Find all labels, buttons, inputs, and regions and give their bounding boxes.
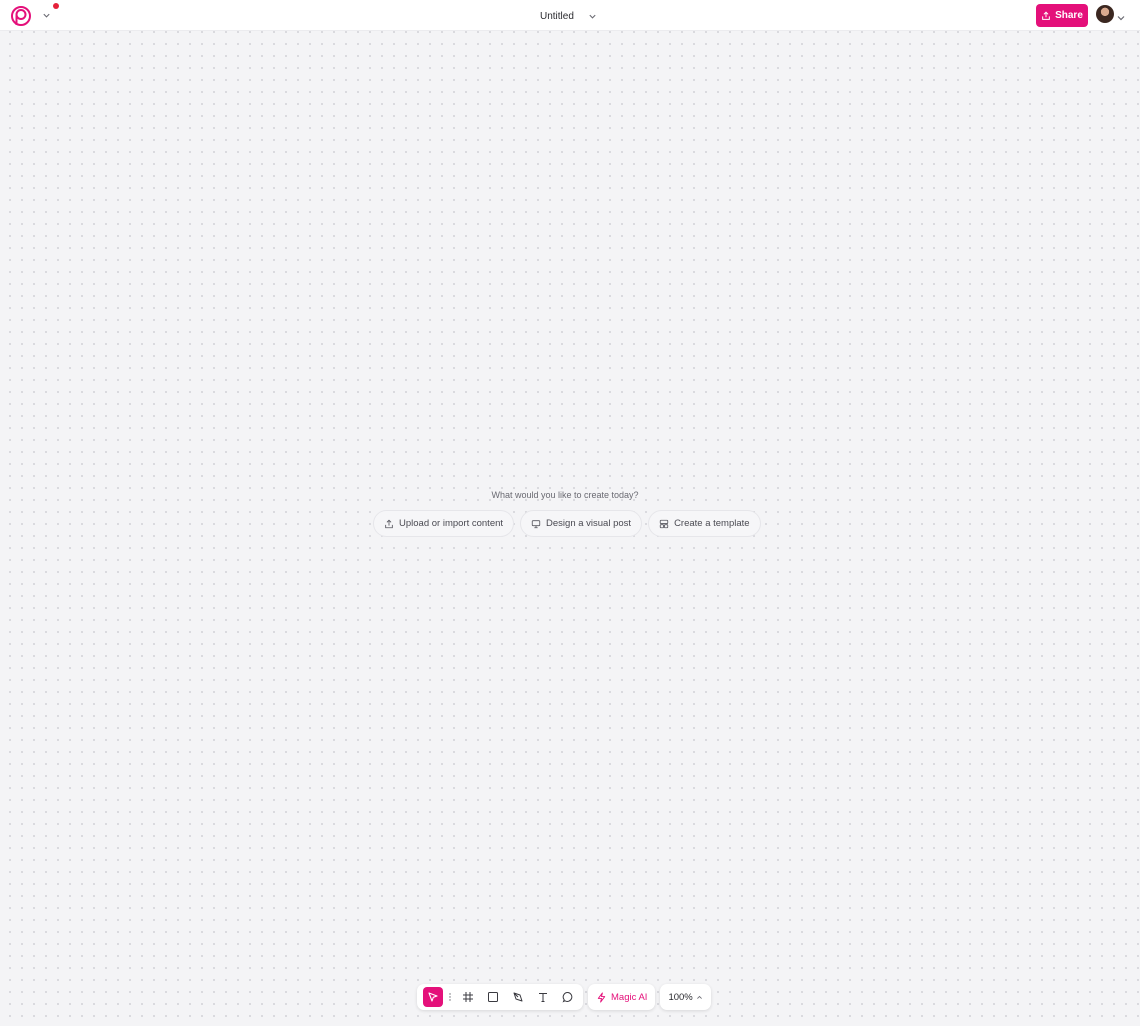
share-label: Share	[1055, 10, 1083, 21]
frame-tool[interactable]	[458, 987, 478, 1007]
create-template-label: Create a template	[674, 518, 750, 529]
document-title-text: Untitled	[540, 10, 574, 22]
upload-icon	[385, 519, 393, 528]
comment-icon	[562, 992, 572, 1003]
document-title[interactable]: Untitled	[530, 7, 597, 25]
title-chevron-down-icon	[589, 14, 596, 19]
quick-actions: Upload or import content Design a visual…	[373, 510, 761, 537]
avatar[interactable]	[1096, 5, 1114, 23]
tool-group	[417, 984, 583, 1010]
create-template-button[interactable]: Create a template	[648, 510, 761, 537]
pen-icon	[513, 992, 522, 1002]
magic-ai-button[interactable]: Magic AI	[588, 984, 656, 1010]
monitor-icon	[531, 519, 541, 528]
rectangle-tool[interactable]	[483, 987, 503, 1007]
zoom-control[interactable]: 100%	[660, 984, 711, 1010]
bottom-toolbar: Magic AI 100%	[417, 984, 711, 1010]
zoom-level: 100%	[668, 991, 693, 1003]
upload-import-label: Upload or import content	[399, 518, 504, 529]
chevron-down-icon[interactable]	[40, 8, 52, 22]
top-bar: Untitled Share	[0, 0, 1140, 31]
select-icon	[427, 992, 438, 1002]
share-icon	[1042, 11, 1050, 20]
frame-icon	[462, 992, 473, 1002]
magic-ai-label: Magic AI	[611, 991, 648, 1003]
kebab-icon	[449, 993, 451, 1001]
rectangle-icon	[487, 992, 498, 1002]
design-visual-post-label: Design a visual post	[546, 518, 632, 529]
notification-dot	[53, 3, 59, 9]
comment-tool[interactable]	[558, 987, 578, 1007]
template-icon	[659, 519, 669, 528]
chevron-up-icon	[696, 995, 702, 999]
lightning-icon	[597, 991, 606, 1003]
text-icon	[538, 993, 547, 1002]
logo-icon[interactable]	[10, 5, 32, 27]
upload-import-button[interactable]: Upload or import content	[373, 510, 515, 537]
pen-tool[interactable]	[508, 987, 528, 1007]
create-prompt: What would you like to create today?	[491, 490, 639, 500]
select-tool[interactable]	[422, 987, 443, 1007]
text-tool[interactable]	[533, 987, 553, 1007]
avatar-chevron-down-icon[interactable]	[1116, 10, 1126, 21]
design-visual-post-button[interactable]: Design a visual post	[520, 510, 643, 537]
share-button[interactable]: Share	[1036, 4, 1088, 27]
more-tools-button[interactable]	[446, 987, 454, 1007]
